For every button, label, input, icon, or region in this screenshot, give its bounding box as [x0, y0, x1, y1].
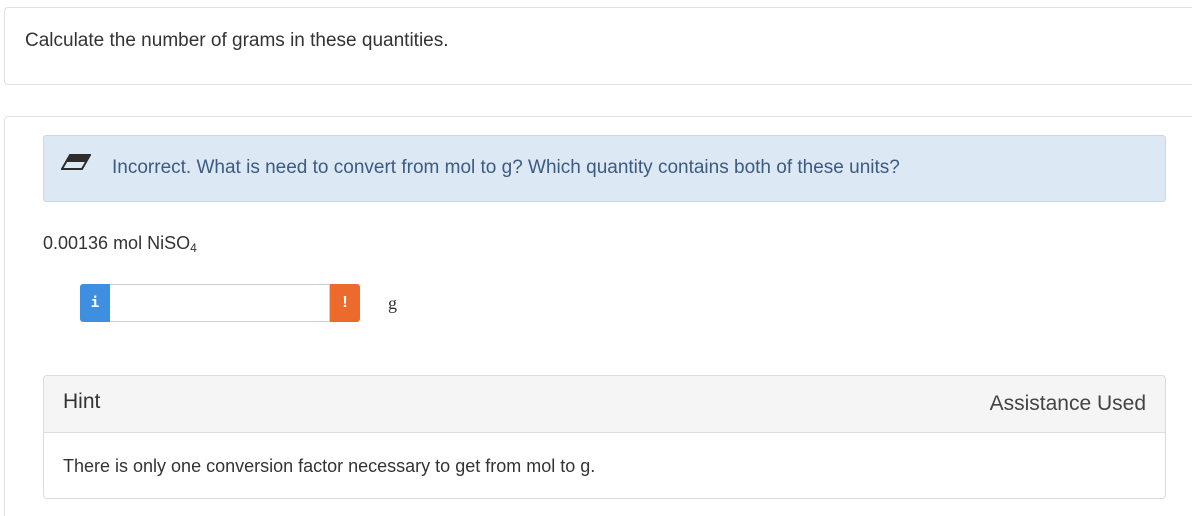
info-button[interactable]: i	[80, 284, 110, 322]
feedback-alert: Incorrect. What is need to convert from …	[43, 135, 1166, 202]
warning-button[interactable]: !	[330, 284, 360, 322]
quantity-value: 0.00136 mol NiSO	[43, 233, 191, 253]
answer-input[interactable]	[110, 284, 330, 322]
info-icon: i	[90, 295, 100, 311]
quantity-label: 0.00136 mol NiSO4	[43, 233, 197, 255]
unit-label: g	[388, 293, 397, 313]
hint-header[interactable]: Hint Assistance Used	[44, 376, 1165, 433]
assistance-used-status: Assistance Used	[989, 392, 1146, 415]
hint-title: Hint	[63, 390, 101, 413]
question-prompt: Calculate the number of grams in these q…	[25, 30, 449, 51]
quantity-subscript: 4	[190, 241, 197, 255]
hint-body: There is only one conversion factor nece…	[63, 456, 596, 476]
question-card: Calculate the number of grams in these q…	[4, 7, 1192, 85]
warning-icon: !	[342, 294, 348, 311]
card-separator	[4, 85, 1192, 116]
hint-panel: Hint Assistance Used There is only one c…	[43, 375, 1166, 499]
feedback-message: Incorrect. What is need to convert from …	[112, 157, 900, 178]
eraser-icon	[61, 154, 91, 170]
